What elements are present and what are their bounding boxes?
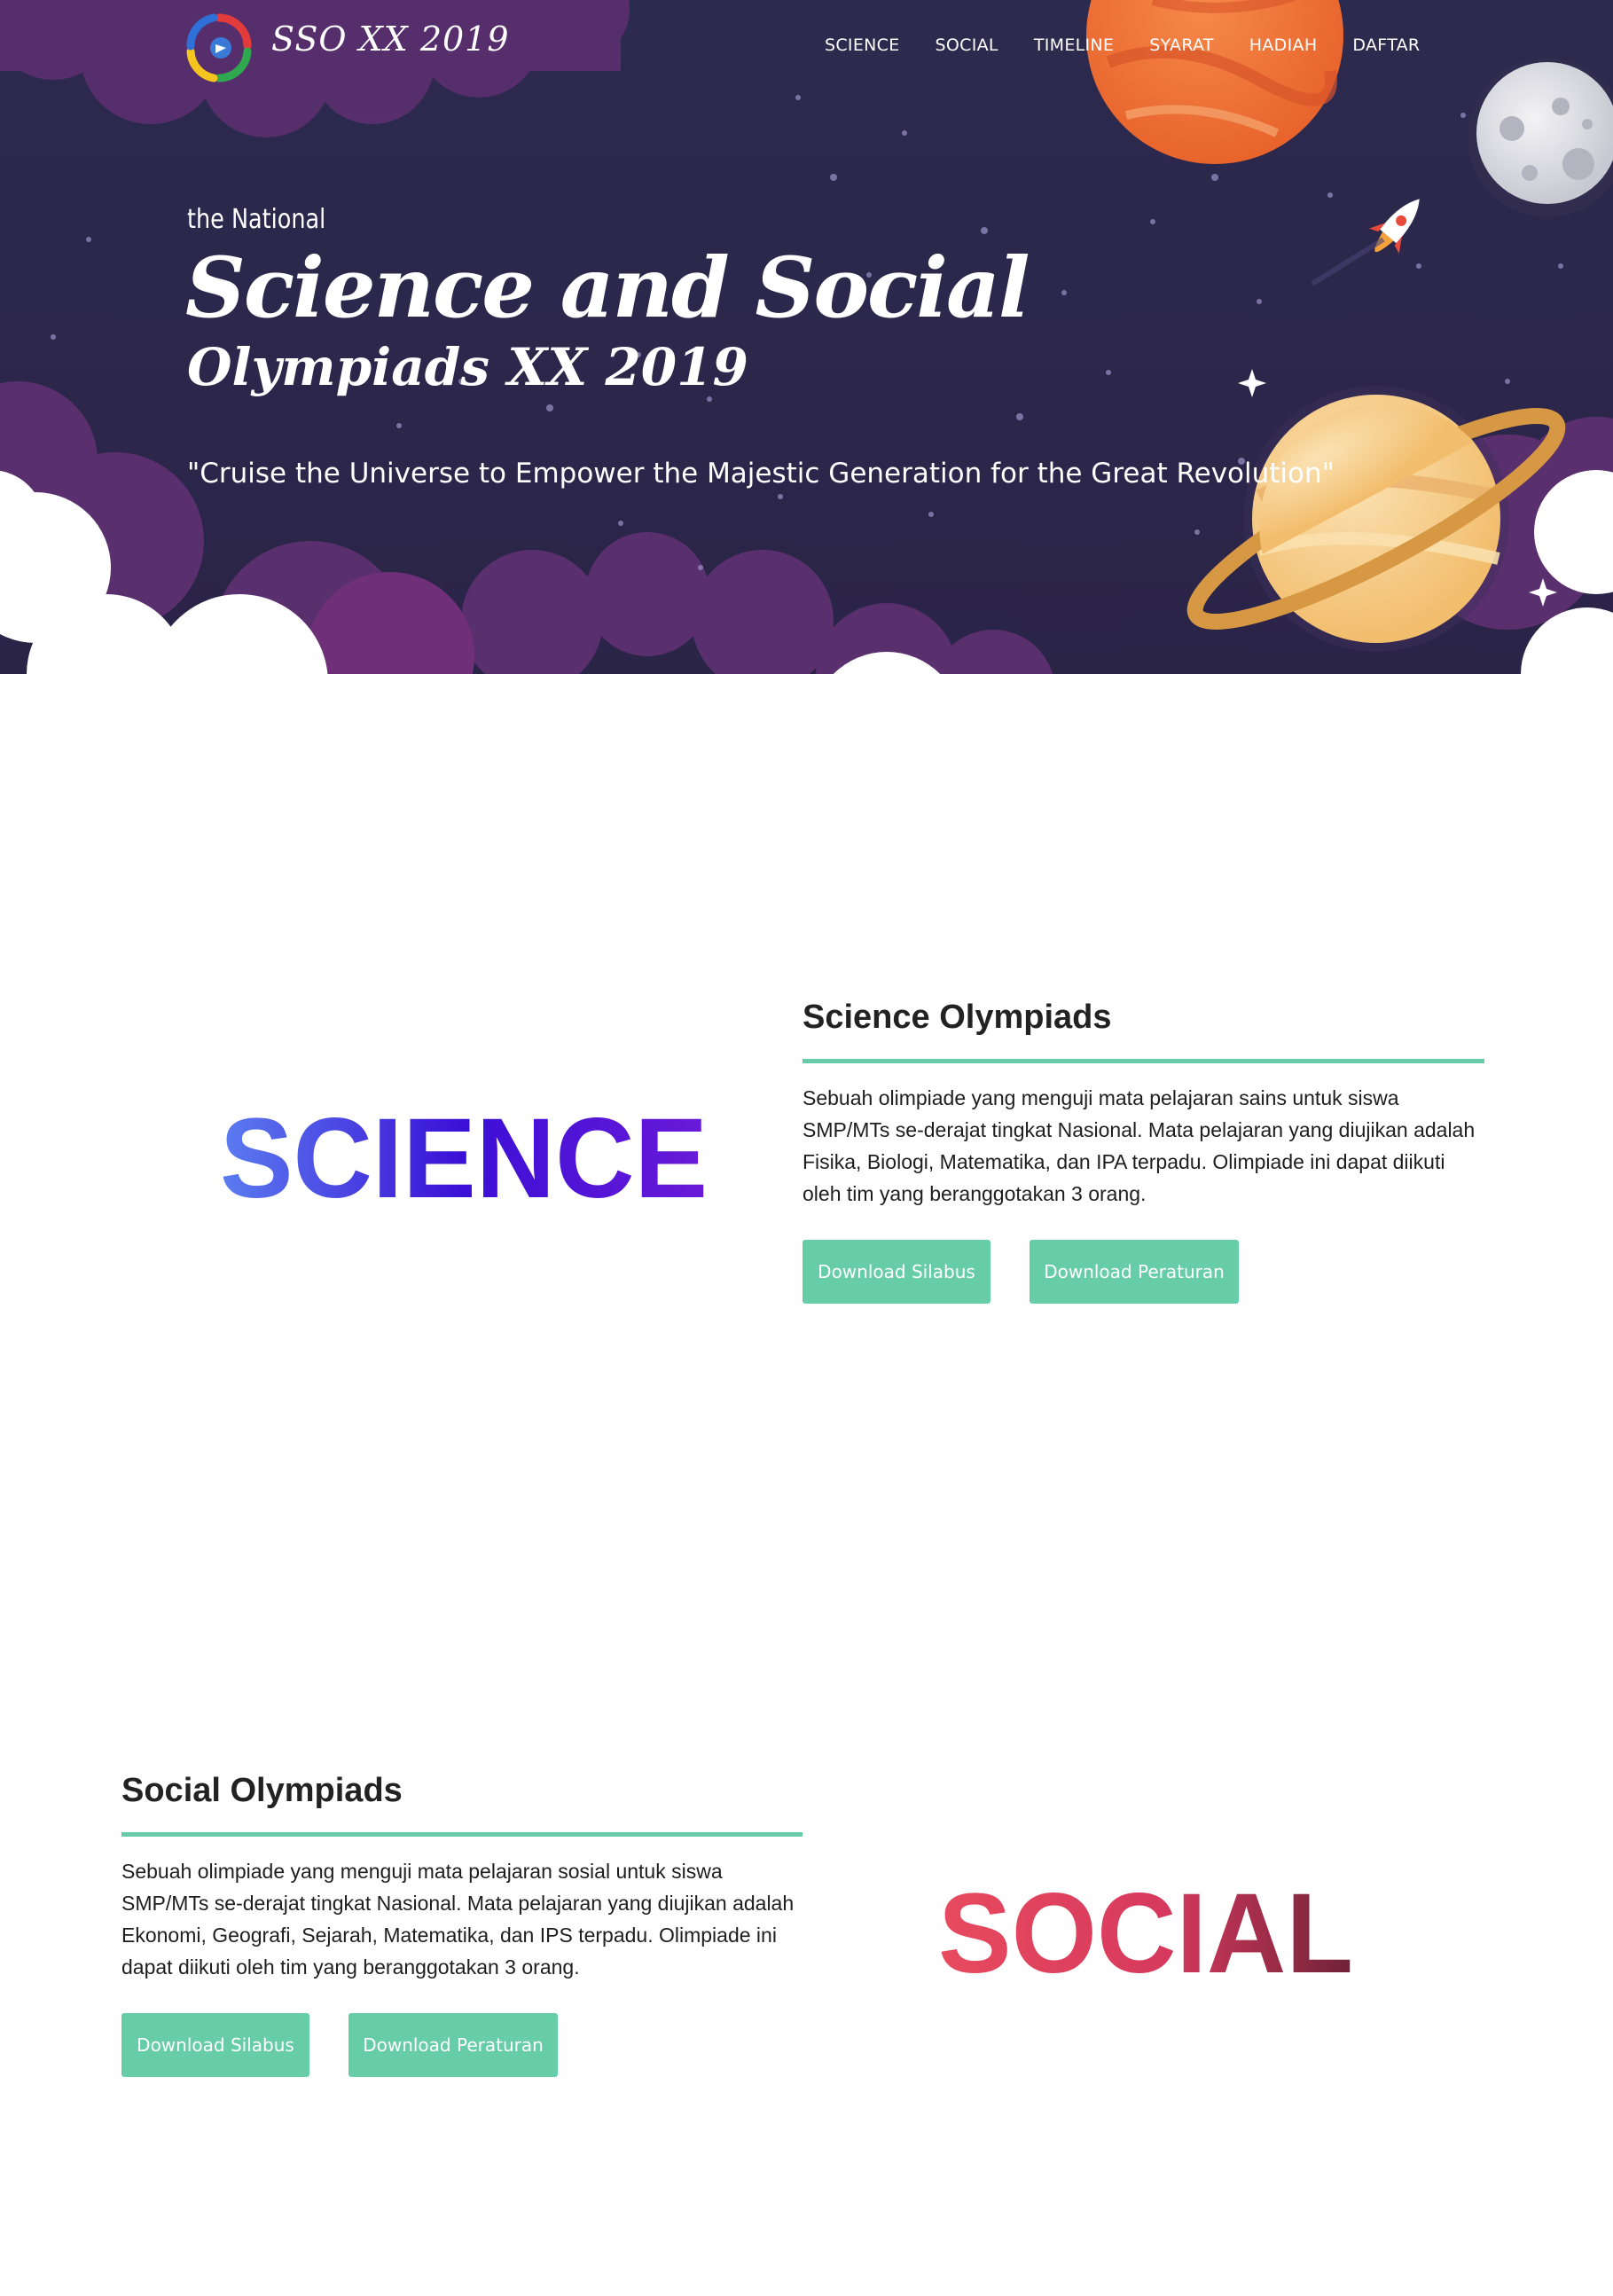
science-download-peraturan-button[interactable]: Download Peraturan bbox=[1030, 1240, 1239, 1304]
science-divider bbox=[803, 1059, 1484, 1063]
hero-subtitle: Olympiads XX 2019 bbox=[187, 337, 748, 397]
social-download-peraturan-button[interactable]: Download Peraturan bbox=[348, 2013, 558, 2077]
nav-item-hadiah[interactable]: HADIAH bbox=[1249, 35, 1318, 55]
social-description: Sebuah olimpiade yang menguji mata pelaj… bbox=[121, 1860, 795, 1979]
brand-name[interactable]: SSO XX 2019 bbox=[271, 20, 510, 59]
social-word-graphic: SOCIAL bbox=[938, 1870, 1353, 1997]
science-description: Sebuah olimpiade yang menguji mata pelaj… bbox=[803, 1086, 1476, 1205]
hero-title: Science and Social bbox=[185, 239, 1030, 337]
science-word: SCIENCE bbox=[220, 1095, 708, 1222]
logo-icon[interactable] bbox=[184, 12, 254, 83]
science-word-graphic: SCIENCE bbox=[220, 1095, 708, 1222]
hero-pre-title: the National bbox=[187, 204, 326, 235]
social-heading: Social Olympiads bbox=[121, 1772, 403, 1809]
nav-item-social[interactable]: SOCIAL bbox=[936, 35, 998, 55]
nav-item-syarat[interactable]: SYARAT bbox=[1149, 35, 1214, 55]
nav-item-daftar[interactable]: DAFTAR bbox=[1352, 35, 1420, 55]
nav-item-timeline[interactable]: TIMELINE bbox=[1034, 35, 1114, 55]
social-download-silabus-button[interactable]: Download Silabus bbox=[121, 2013, 309, 2077]
main-nav: SCIENCE SOCIAL TIMELINE SYARAT HADIAH DA… bbox=[825, 35, 1420, 55]
science-heading: Science Olympiads bbox=[803, 999, 1112, 1036]
science-download-silabus-button[interactable]: Download Silabus bbox=[803, 1240, 991, 1304]
social-divider bbox=[121, 1832, 803, 1837]
hero-tagline: "Cruise the Universe to Empower the Maje… bbox=[187, 458, 1335, 490]
social-word: SOCIAL bbox=[938, 1870, 1353, 1997]
nav-item-science[interactable]: SCIENCE bbox=[825, 35, 900, 55]
hero-section: SSO XX 2019 SCIENCE SOCIAL TIMELINE SYAR… bbox=[0, 0, 1613, 780]
